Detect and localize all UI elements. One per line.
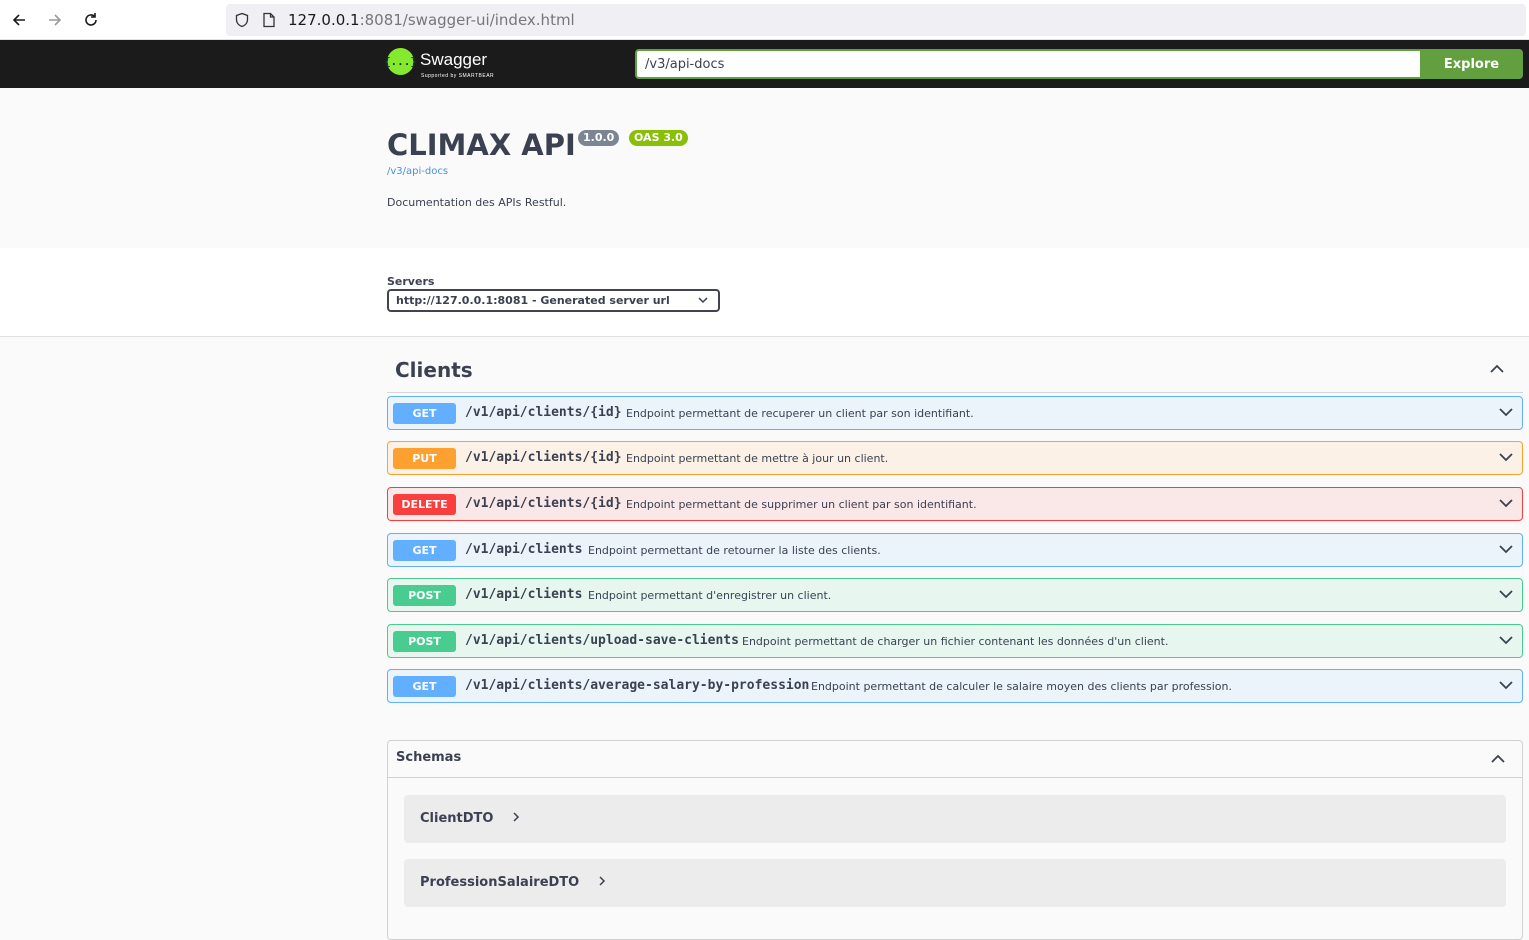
swagger-topbar: {...} Swagger Supported by SMARTBEAR Exp… bbox=[0, 40, 1529, 88]
chevron-right-icon[interactable] bbox=[598, 876, 606, 886]
tag-name: Clients bbox=[395, 358, 473, 382]
browser-toolbar: 127.0.0.1:8081/swagger-ui/index.html bbox=[0, 0, 1529, 40]
chevron-up-icon[interactable] bbox=[1490, 754, 1506, 764]
operation-summary: Endpoint permettant de recuperer un clie… bbox=[626, 407, 974, 420]
chevron-down-icon[interactable] bbox=[1498, 407, 1514, 417]
schemas-header[interactable]: Schemas bbox=[388, 741, 1522, 778]
operation-path: /v1/api/clients/{id} bbox=[465, 450, 622, 465]
arrow-left-icon bbox=[12, 14, 25, 26]
operation-summary: Endpoint permettant de supprimer un clie… bbox=[626, 498, 977, 511]
operation-summary: Endpoint permettant d'enregistrer un cli… bbox=[588, 589, 832, 602]
operation-summary: Endpoint permettant de charger un fichie… bbox=[742, 635, 1169, 648]
oas-badge: OAS 3.0 bbox=[629, 130, 688, 146]
chevron-down-icon[interactable] bbox=[1498, 544, 1514, 554]
swagger-logo-symbol: {...} bbox=[383, 55, 418, 68]
operation-post-upload-clients[interactable]: POST /v1/api/clients/upload-save-clients… bbox=[387, 624, 1523, 658]
server-select[interactable]: http://127.0.0.1:8081 - Generated server… bbox=[387, 289, 720, 312]
servers-section: Servers http://127.0.0.1:8081 - Generate… bbox=[0, 248, 1529, 337]
method-badge: PUT bbox=[393, 448, 456, 469]
url-host: 127.0.0.1 bbox=[288, 11, 360, 29]
model-name-text: ProfessionSalaireDTO bbox=[420, 875, 580, 890]
back-button[interactable] bbox=[7, 8, 31, 32]
chevron-down-icon[interactable] bbox=[1498, 635, 1514, 645]
operation-get-client-by-id[interactable]: GET /v1/api/clients/{id} Endpoint permet… bbox=[387, 396, 1523, 430]
operation-path: /v1/api/clients/{id} bbox=[465, 405, 622, 420]
method-badge: GET bbox=[393, 540, 456, 561]
swagger-logo-icon[interactable]: {...} bbox=[383, 48, 418, 75]
operation-path: /v1/api/clients/upload-save-clients bbox=[465, 633, 739, 648]
method-badge: POST bbox=[393, 585, 456, 606]
server-select-value: http://127.0.0.1:8081 - Generated server… bbox=[396, 294, 670, 307]
operation-path: /v1/api/clients bbox=[465, 587, 583, 602]
spec-link[interactable]: /v3/api-docs bbox=[387, 166, 448, 177]
tag-clients-header[interactable]: Clients bbox=[387, 346, 1523, 393]
model-professionsalairedto[interactable]: ProfessionSalaireDTO bbox=[404, 859, 1506, 907]
url-path: :8081/swagger-ui/index.html bbox=[359, 11, 575, 29]
page-icon[interactable] bbox=[262, 12, 276, 28]
servers-label: Servers bbox=[387, 275, 435, 288]
api-info: CLIMAX API 1.0.0 OAS 3.0 /v3/api-docs Do… bbox=[0, 88, 1529, 248]
forward-button[interactable] bbox=[43, 8, 67, 32]
schemas-title: Schemas bbox=[396, 750, 462, 765]
method-badge: GET bbox=[393, 676, 456, 697]
model-name: ProfessionSalaireDTO bbox=[420, 875, 606, 890]
method-badge: POST bbox=[393, 631, 456, 652]
url-text[interactable]: 127.0.0.1:8081/swagger-ui/index.html bbox=[288, 11, 575, 29]
model-name-text: ClientDTO bbox=[420, 811, 494, 826]
operation-path: /v1/api/clients bbox=[465, 542, 583, 557]
method-badge: GET bbox=[393, 403, 456, 424]
chevron-up-icon[interactable] bbox=[1489, 364, 1505, 374]
swagger-logo-text[interactable]: Swagger bbox=[420, 50, 487, 70]
operation-path: /v1/api/clients/average-salary-by-profes… bbox=[465, 678, 810, 693]
explore-button[interactable]: Explore bbox=[1420, 49, 1523, 79]
chevron-down-icon[interactable] bbox=[1498, 680, 1514, 690]
chevron-down-icon[interactable] bbox=[1498, 498, 1514, 508]
model-clientdto[interactable]: ClientDTO bbox=[404, 795, 1506, 843]
operation-get-clients[interactable]: GET /v1/api/clients Endpoint permettant … bbox=[387, 533, 1523, 567]
shield-icon[interactable] bbox=[234, 12, 250, 28]
schemas-section: Schemas ClientDTO ProfessionSalaireDTO bbox=[387, 740, 1523, 940]
operation-post-client[interactable]: POST /v1/api/clients Endpoint permettant… bbox=[387, 578, 1523, 612]
api-description: Documentation des APIs Restful. bbox=[387, 196, 567, 209]
chevron-right-icon[interactable] bbox=[512, 812, 520, 822]
spec-url-input[interactable] bbox=[635, 49, 1421, 79]
chevron-down-icon bbox=[698, 297, 708, 304]
operation-summary: Endpoint permettant de calculer le salai… bbox=[811, 680, 1233, 693]
chevron-down-icon[interactable] bbox=[1498, 589, 1514, 599]
version-badge: 1.0.0 bbox=[578, 130, 620, 146]
operation-summary: Endpoint permettant de retourner la list… bbox=[588, 544, 881, 557]
arrow-right-icon bbox=[49, 14, 62, 26]
operation-delete-client[interactable]: DELETE /v1/api/clients/{id} Endpoint per… bbox=[387, 487, 1523, 521]
api-title: CLIMAX API bbox=[387, 128, 576, 162]
swagger-logo-subtitle: Supported by SMARTBEAR bbox=[421, 73, 495, 79]
operation-get-average-salary[interactable]: GET /v1/api/clients/average-salary-by-pr… bbox=[387, 669, 1523, 703]
operation-put-client[interactable]: PUT /v1/api/clients/{id} Endpoint permet… bbox=[387, 441, 1523, 475]
method-badge: DELETE bbox=[393, 494, 456, 515]
reload-icon bbox=[85, 13, 97, 26]
model-name: ClientDTO bbox=[420, 811, 520, 826]
operation-summary: Endpoint permettant de mettre à jour un … bbox=[626, 452, 889, 465]
chevron-down-icon[interactable] bbox=[1498, 452, 1514, 462]
reload-button[interactable] bbox=[79, 8, 103, 32]
operation-path: /v1/api/clients/{id} bbox=[465, 496, 622, 511]
url-bar[interactable]: 127.0.0.1:8081/swagger-ui/index.html bbox=[226, 4, 1526, 36]
